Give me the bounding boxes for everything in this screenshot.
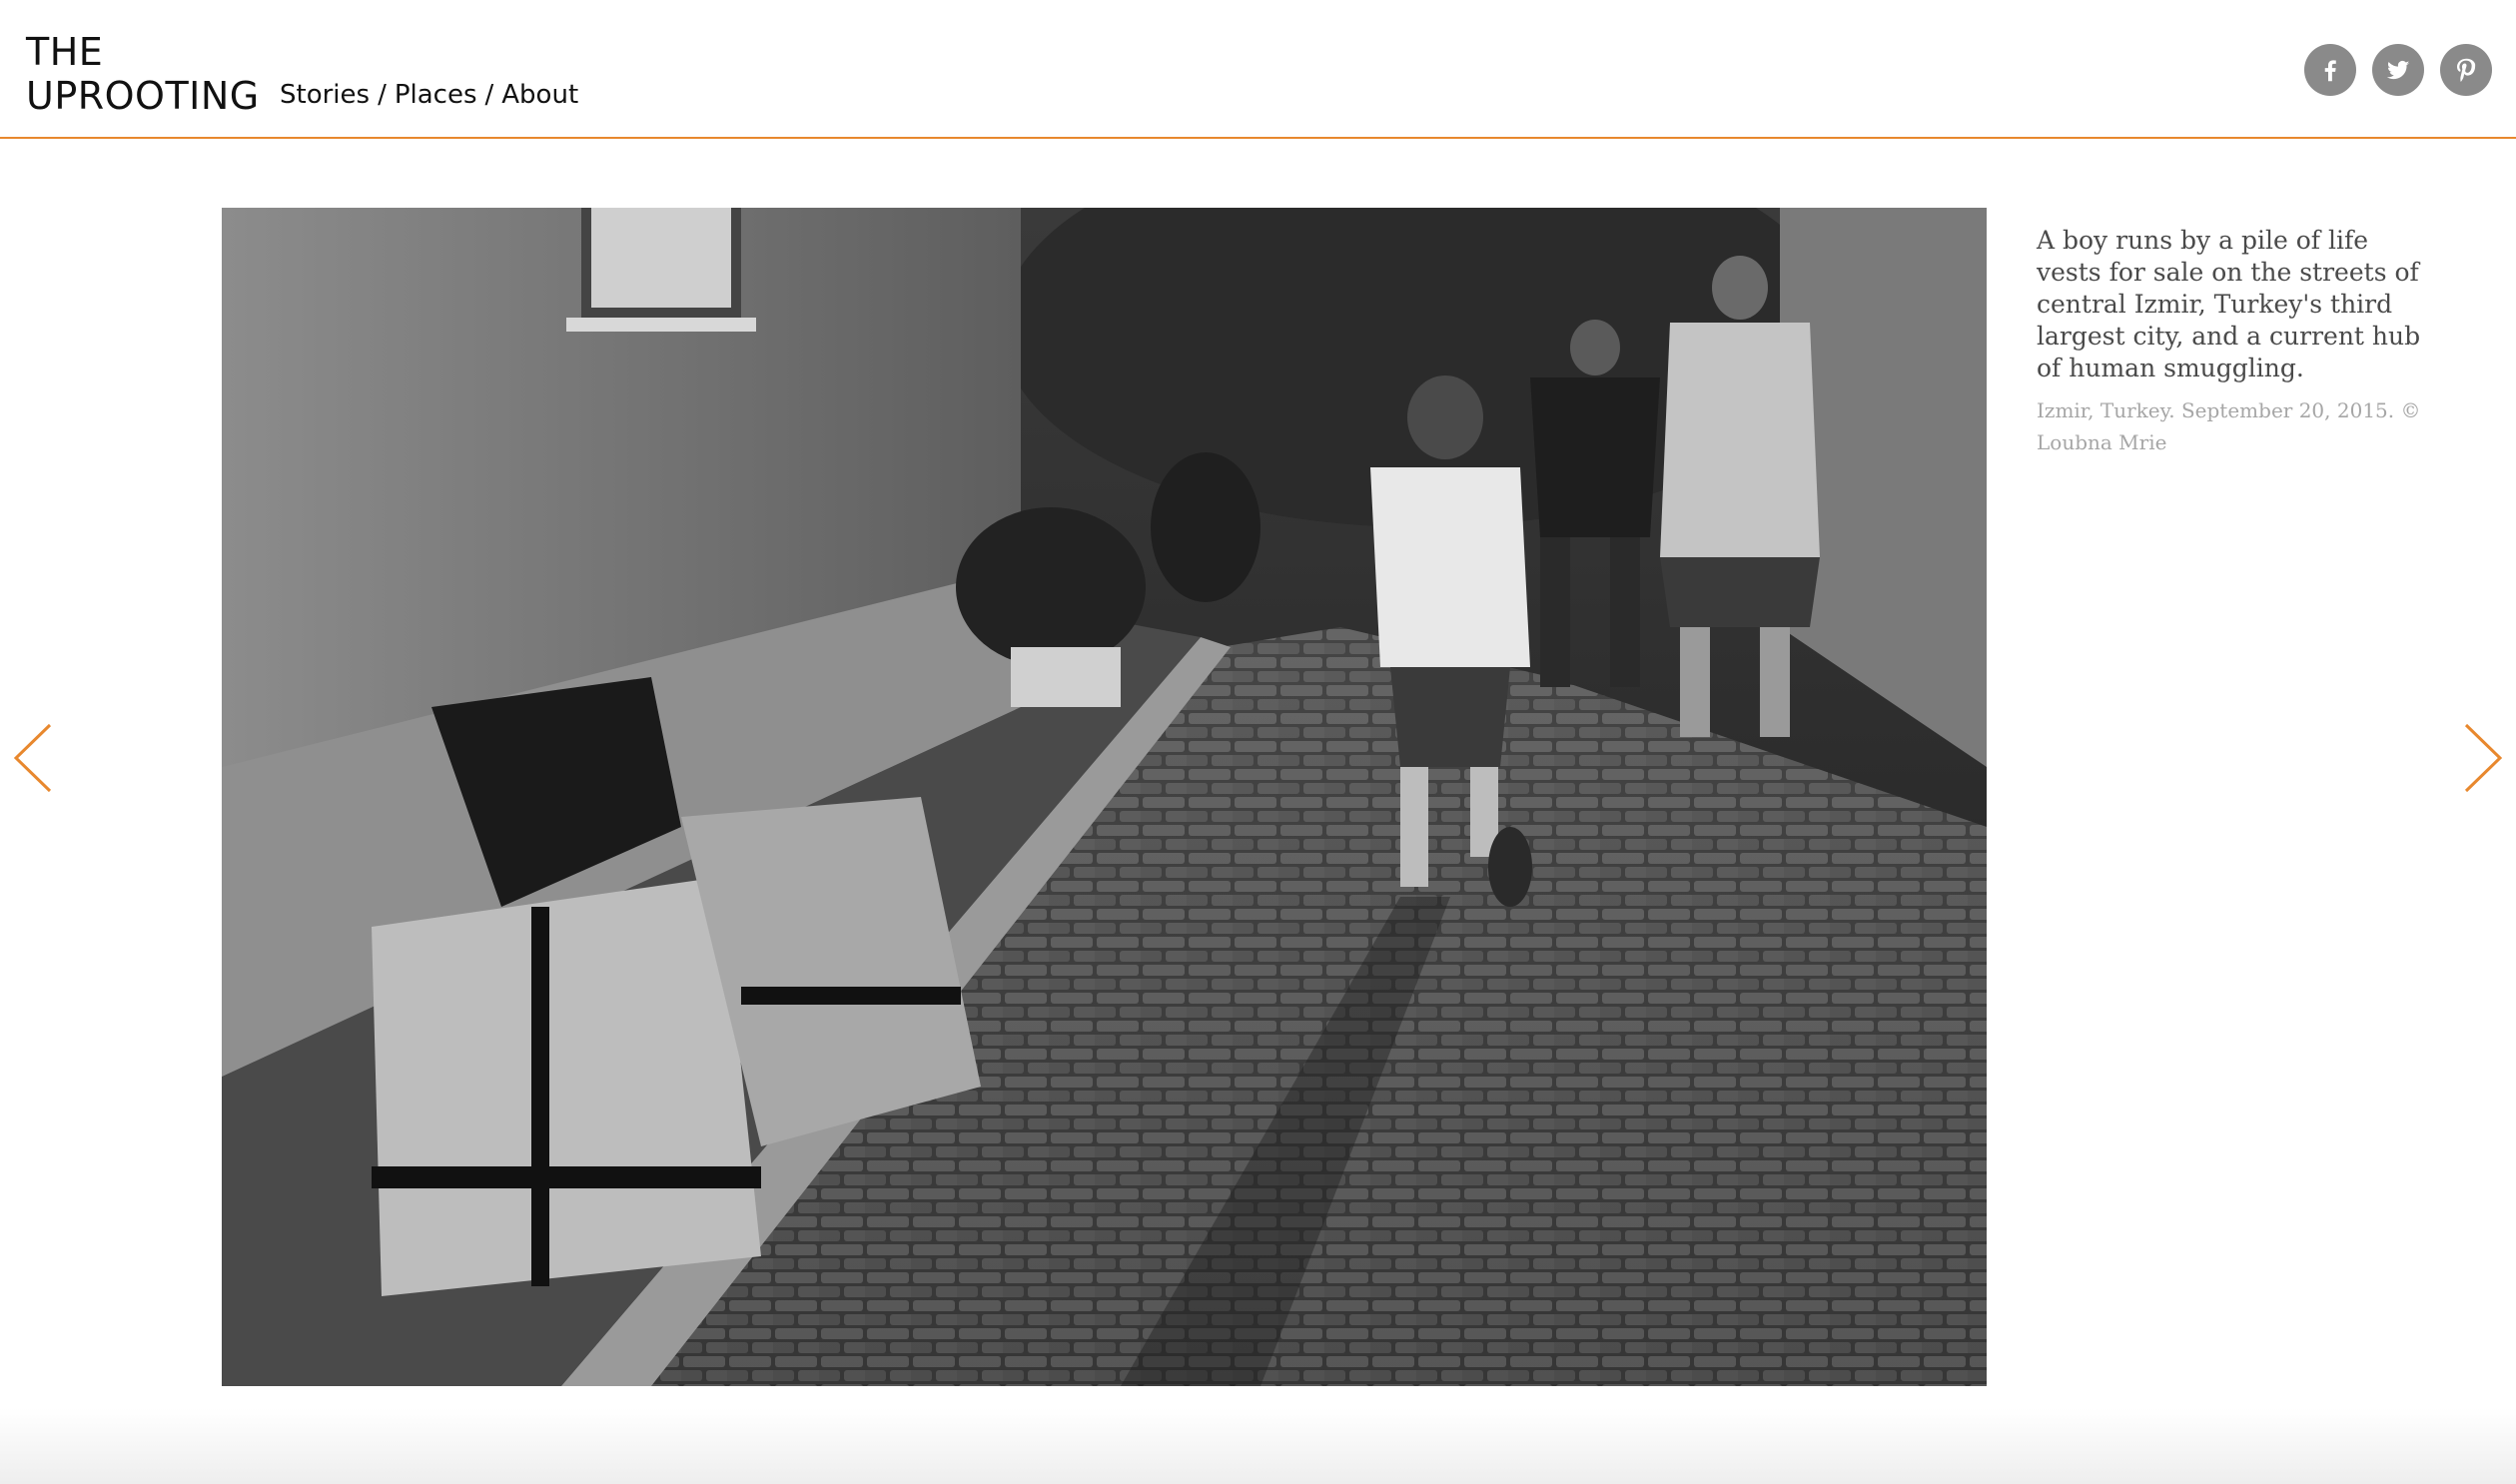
social-links bbox=[2304, 44, 2492, 96]
nav-separator: / bbox=[378, 80, 387, 110]
site-logo[interactable]: THE UPROOTING bbox=[26, 30, 260, 118]
caption-credit: Izmir, Turkey. September 20, 2015. © Lou… bbox=[2037, 398, 2421, 454]
chevron-right-icon bbox=[2464, 723, 2503, 793]
main-photo bbox=[222, 208, 1987, 1386]
twitter-icon[interactable] bbox=[2372, 44, 2424, 96]
nav-separator: / bbox=[484, 80, 494, 110]
next-arrow[interactable] bbox=[2462, 721, 2506, 795]
nav-item-places[interactable]: Places bbox=[395, 80, 477, 110]
site-header: THE UPROOTING Stories / Places / About bbox=[0, 0, 2516, 139]
chevron-left-icon bbox=[13, 723, 52, 793]
facebook-icon[interactable] bbox=[2304, 44, 2356, 96]
bottom-fade bbox=[0, 1408, 2516, 1484]
previous-arrow[interactable] bbox=[10, 721, 54, 795]
main-nav: Stories / Places / About bbox=[280, 80, 578, 110]
nav-item-about[interactable]: About bbox=[501, 80, 578, 110]
logo-line-2: UPROOTING bbox=[26, 74, 260, 118]
nav-item-stories[interactable]: Stories bbox=[280, 80, 370, 110]
photo-caption: A boy runs by a pile of life vests for s… bbox=[2037, 225, 2436, 458]
pinterest-icon[interactable] bbox=[2440, 44, 2492, 96]
caption-text: A boy runs by a pile of life vests for s… bbox=[2037, 226, 2421, 382]
logo-line-1: THE bbox=[26, 30, 104, 74]
